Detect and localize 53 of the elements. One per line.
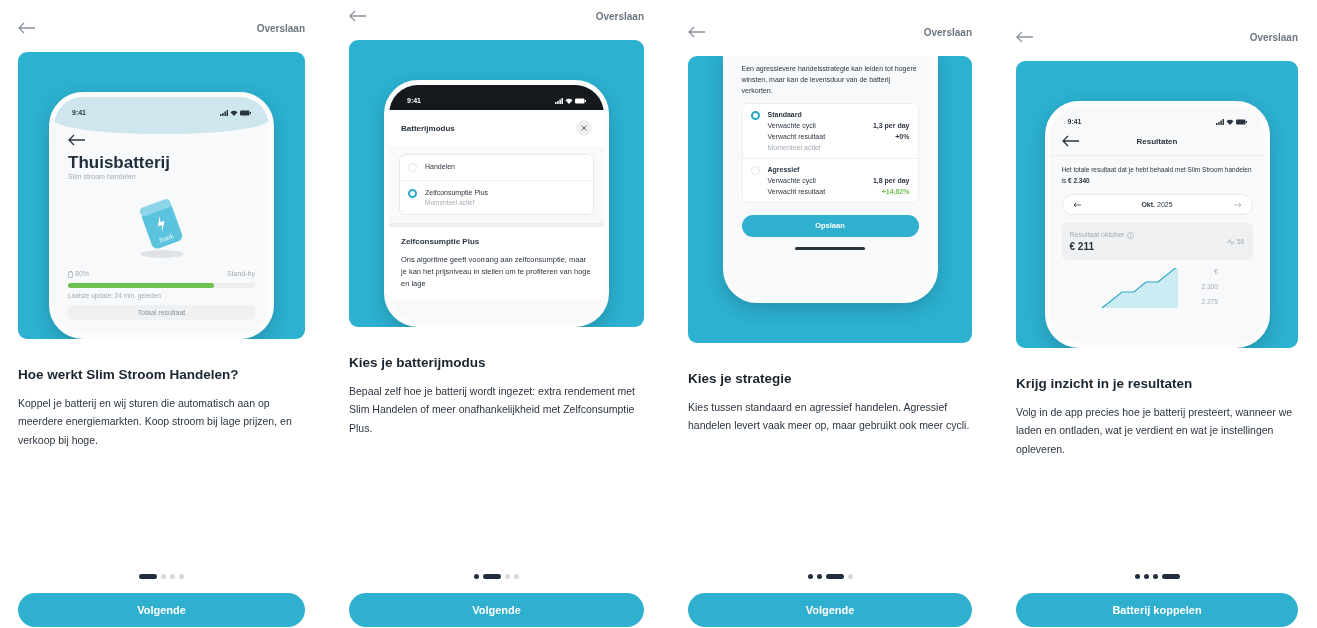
primary-button[interactable]: Batterij koppelen [1016, 593, 1298, 627]
battery-icon [1235, 118, 1247, 125]
radio-button[interactable] [408, 189, 417, 198]
battery-icon [240, 109, 251, 116]
description-text: Bepaal zelf hoe je batterij wordt ingezet: extra rendement met Slim Handelen of meer onafhankelijkheid met Zelfconsumptie Plus. [349, 384, 636, 436]
screen-heading: Kies je strategie [688, 371, 793, 386]
page-dot[interactable] [505, 574, 510, 579]
card-value: € 211 [1069, 240, 1095, 252]
page-dot[interactable] [1152, 574, 1158, 579]
page-dot[interactable] [179, 574, 184, 579]
page-dot[interactable] [474, 574, 479, 579]
page-dot[interactable] [1134, 574, 1140, 579]
back-arrow-icon[interactable] [1061, 135, 1080, 147]
next-arrow-icon[interactable] [1233, 201, 1242, 208]
close-icon [581, 125, 587, 131]
page-dot[interactable] [807, 574, 813, 579]
battery-icon [575, 97, 586, 104]
primary-button[interactable]: Volgende [349, 593, 644, 627]
description-text: Volg in de app precies hoe je batterij presteert, wanneer we laden en ontladen, wat je verdient en wat je instellingen opleveren. [1016, 405, 1294, 457]
description-text: Koppel je batterij en wij sturen die automatisch aan op meerdere energiemarkten. Koop stroom bij lage prijzen, en verkoop bij hoge. [18, 396, 293, 448]
pulse-icon [1226, 239, 1235, 245]
page-dot[interactable] [1143, 574, 1149, 579]
back-arrow-icon[interactable] [68, 134, 86, 146]
battery-level-icon [68, 270, 73, 278]
sheet-title: Batterijmodus [401, 123, 455, 133]
screen-title: Thuisbatterij [68, 153, 171, 173]
signal-icon [555, 97, 563, 104]
signal-icon [220, 109, 228, 116]
radio-button[interactable] [750, 110, 760, 120]
wifi-icon [1225, 118, 1234, 125]
primary-button[interactable]: Volgende [18, 593, 305, 627]
skip-link[interactable]: Overslaan [923, 26, 972, 38]
page-dot[interactable] [816, 574, 822, 579]
wifi-icon [230, 109, 238, 116]
skip-link[interactable]: Overslaan [595, 10, 644, 22]
wifi-icon [565, 97, 573, 104]
page-dot[interactable] [161, 574, 166, 579]
description-text: Kies tussen standaard en agressief handelen. Agressief handelen levert vaak meer op, maar gebruikt ook meer cycli. [688, 400, 971, 434]
signal-icon [1215, 118, 1224, 125]
prev-arrow-icon[interactable] [1072, 201, 1081, 208]
screen-heading: Krijg inzicht in je resultaten [1016, 376, 1194, 391]
screen-heading: Hoe werkt Slim Stroom Handelen? [18, 367, 240, 382]
info-icon [1127, 231, 1135, 239]
page-dot[interactable] [514, 574, 519, 579]
skip-link[interactable]: Overslaan [1249, 31, 1298, 43]
screen-heading: Kies je batterijmodus [349, 355, 487, 370]
close-button[interactable] [576, 120, 592, 136]
screen-title: Resultaten [1135, 136, 1179, 146]
section-title: Zelfconsumptie Plus [401, 237, 481, 246]
page-dot[interactable] [170, 574, 175, 579]
page-dot[interactable] [847, 574, 853, 579]
skip-link[interactable]: Overslaan [256, 22, 305, 34]
primary-button[interactable]: Volgende [688, 593, 972, 627]
